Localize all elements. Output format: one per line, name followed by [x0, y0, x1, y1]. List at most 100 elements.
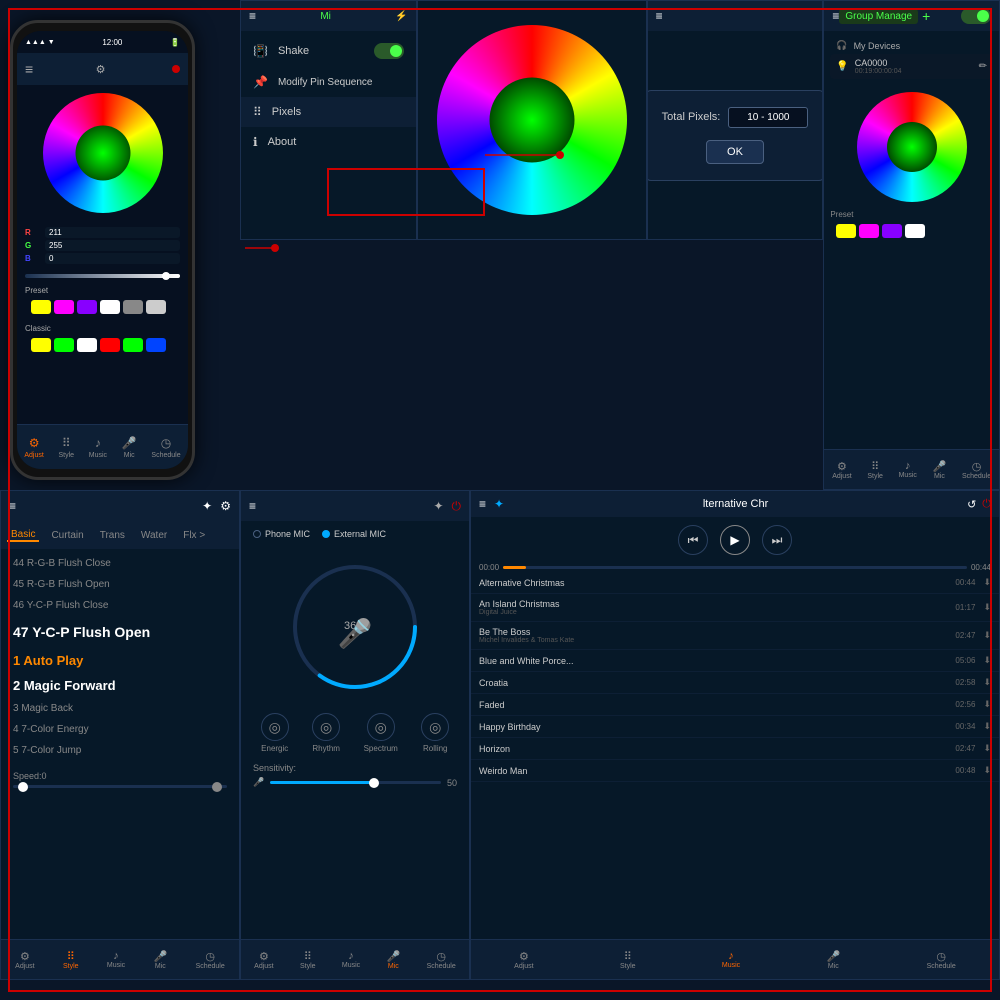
track-4[interactable]: Blue and White Porce... 05:06 ⬇ — [471, 650, 999, 672]
music-nav-music[interactable]: ♪Music — [722, 950, 740, 969]
color-wheel[interactable] — [43, 93, 163, 213]
settings-icon[interactable]: ⚙ — [96, 63, 106, 76]
add-group-button[interactable]: + — [922, 8, 930, 24]
mic-ctrl-rolling[interactable]: ◎ Rolling — [421, 713, 449, 753]
track-1[interactable]: Alternative Christmas 00:44 ⬇ — [471, 572, 999, 594]
rolling-circle[interactable]: ◎ — [421, 713, 449, 741]
group-nav-adjust[interactable]: ⚙Adjust — [832, 460, 851, 480]
rhythm-circle[interactable]: ◎ — [312, 713, 340, 741]
track-3[interactable]: Be The Boss Michel Invalides & Tomas Kat… — [471, 622, 999, 650]
group-nav-music[interactable]: ♪Music — [899, 460, 917, 479]
color-wheel-large[interactable] — [437, 25, 627, 215]
style-nav-mic[interactable]: 🎤Mic — [154, 950, 168, 970]
music-nav-schedule[interactable]: ◷Schedule — [927, 950, 956, 970]
classic-swatch-yellow[interactable] — [31, 338, 51, 352]
effect-4[interactable]: 4 7-Color Energy — [1, 719, 239, 740]
power-icon[interactable]: ⚡ — [395, 11, 407, 22]
play-button[interactable]: ▶ — [720, 525, 750, 555]
nav-style[interactable]: ⠿ Style — [59, 436, 75, 459]
device-item-1[interactable]: 💡 CA0000 00:19:00:00:04 ✏ — [830, 54, 993, 79]
swatch-yellow[interactable] — [31, 300, 51, 314]
brightness-slider[interactable] — [25, 274, 180, 278]
tab-trans[interactable]: Trans — [96, 530, 129, 541]
music-power-icon[interactable]: ⏻ — [982, 498, 991, 511]
mic-nav-music[interactable]: ♪Music — [342, 950, 360, 969]
group-nav-style[interactable]: ⠿Style — [867, 460, 883, 480]
tab-flx[interactable]: Flx > — [179, 530, 209, 541]
track-9[interactable]: Weirdo Man 00:48 ⬇ — [471, 760, 999, 782]
track-8[interactable]: Horizon 02:47 ⬇ — [471, 738, 999, 760]
nav-adjust[interactable]: ⚙ Adjust — [24, 436, 43, 459]
phone-mic-option[interactable]: Phone MIC — [253, 529, 310, 539]
classic-swatch-red[interactable] — [100, 338, 120, 352]
swatch-gray[interactable] — [123, 300, 143, 314]
edit-icon[interactable]: ✏ — [979, 61, 987, 72]
effect-5[interactable]: 5 7-Color Jump — [1, 740, 239, 761]
menu-item-pin[interactable]: 📌 Modify Pin Sequence — [241, 67, 416, 97]
swatch-white[interactable] — [100, 300, 120, 314]
group-swatch-1[interactable] — [836, 224, 856, 238]
style-nav-schedule[interactable]: ◷Schedule — [196, 950, 225, 970]
shake-toggle[interactable] — [374, 43, 404, 59]
effect-45[interactable]: 45 R-G-B Flush Open — [1, 574, 239, 595]
menu-item-shake[interactable]: 📳 Shake — [241, 35, 416, 67]
track-5[interactable]: Croatia 02:58 ⬇ — [471, 672, 999, 694]
group-swatch-2[interactable] — [859, 224, 879, 238]
swatch-magenta[interactable] — [54, 300, 74, 314]
effect-44[interactable]: 44 R-G-B Flush Close — [1, 553, 239, 574]
mic-ctrl-rhythm[interactable]: ◎ Rhythm — [312, 713, 340, 753]
group-swatch-4[interactable] — [905, 224, 925, 238]
sensitivity-thumb[interactable] — [369, 778, 379, 788]
style-nav-style[interactable]: ⠿Style — [63, 950, 79, 970]
tab-water[interactable]: Water — [137, 530, 171, 541]
group-toggle[interactable] — [961, 8, 991, 24]
energic-circle[interactable]: ◎ — [261, 713, 289, 741]
track-2[interactable]: An Island Christmas Digital Juice 01:17 … — [471, 594, 999, 622]
effect-47[interactable]: 47 Y-C-P Flush Open — [1, 616, 239, 648]
menu-item-pixels[interactable]: ⠿ Pixels — [241, 97, 416, 127]
tab-curtain[interactable]: Curtain — [47, 530, 87, 541]
mic-nav-style[interactable]: ⠿Style — [300, 950, 316, 970]
external-mic-radio[interactable] — [322, 530, 330, 538]
next-button[interactable]: ⏭ — [762, 525, 792, 555]
group-nav-schedule[interactable]: ◷Schedule — [962, 460, 991, 480]
sensitivity-track[interactable] — [270, 781, 441, 784]
prev-button[interactable]: ⏮ — [678, 525, 708, 555]
style-nav-adjust[interactable]: ⚙Adjust — [15, 950, 34, 970]
music-nav-adjust[interactable]: ⚙Adjust — [514, 950, 533, 970]
group-nav-mic[interactable]: 🎤Mic — [933, 460, 947, 480]
effect-46[interactable]: 46 Y-C-P Flush Close — [1, 595, 239, 616]
spectrum-circle[interactable]: ◎ — [367, 713, 395, 741]
tab-basic[interactable]: Basic — [7, 529, 39, 542]
speed-slider[interactable] — [13, 785, 227, 788]
swatch-lightgray[interactable] — [146, 300, 166, 314]
mic-ctrl-spectrum[interactable]: ◎ Spectrum — [364, 713, 398, 753]
track-6[interactable]: Faded 02:56 ⬇ — [471, 694, 999, 716]
mic-nav-adjust[interactable]: ⚙Adjust — [254, 950, 273, 970]
brightness-thumb[interactable] — [162, 272, 170, 280]
time-bar[interactable] — [503, 566, 967, 569]
menu2-settings-icon[interactable]: ⚙ — [220, 499, 231, 513]
pixels-ok-button[interactable]: OK — [706, 140, 764, 164]
effect-1[interactable]: 1 Auto Play — [1, 648, 239, 673]
effect-3[interactable]: 3 Magic Back — [1, 698, 239, 719]
track-7[interactable]: Happy Birthday 00:34 ⬇ — [471, 716, 999, 738]
mic-nav-schedule[interactable]: ◷Schedule — [427, 950, 456, 970]
speed-thumb[interactable] — [18, 782, 28, 792]
menu-item-about[interactable]: ℹ About — [241, 127, 416, 157]
mic-ctrl-energic[interactable]: ◎ Energic — [261, 713, 289, 753]
group-swatch-3[interactable] — [882, 224, 902, 238]
classic-swatch-lime[interactable] — [123, 338, 143, 352]
group-color-wheel[interactable] — [857, 92, 967, 202]
classic-swatch-blue[interactable] — [146, 338, 166, 352]
swatch-purple[interactable] — [77, 300, 97, 314]
external-mic-option[interactable]: External MIC — [322, 529, 386, 539]
hamburger-icon[interactable]: ≡ — [25, 61, 33, 77]
music-nav-mic[interactable]: 🎤Mic — [827, 950, 841, 970]
nav-music[interactable]: ♪ Music — [89, 436, 107, 459]
classic-swatch-white[interactable] — [77, 338, 97, 352]
music-nav-style[interactable]: ⠿Style — [620, 950, 636, 970]
effect-2[interactable]: 2 Magic Forward — [1, 673, 239, 698]
mic-header-power[interactable]: ⏻ — [452, 499, 462, 514]
phone-mic-radio[interactable] — [253, 530, 261, 538]
